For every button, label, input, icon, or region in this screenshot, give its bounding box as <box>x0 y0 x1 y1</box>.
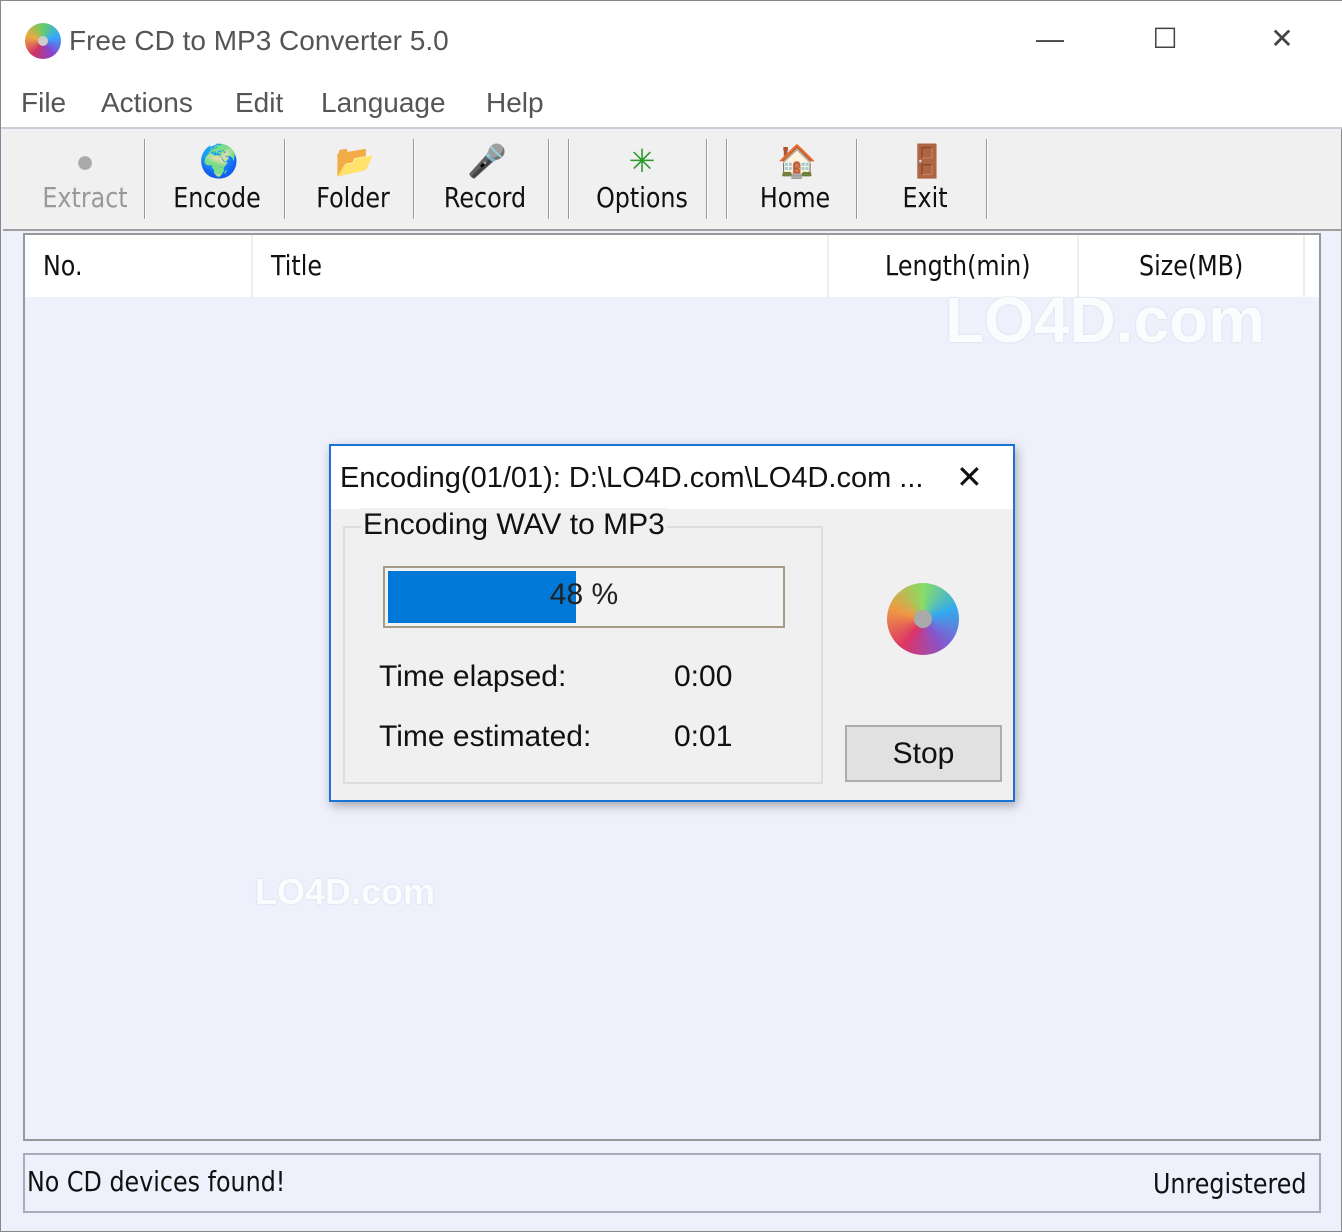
toolbar-separator <box>548 139 550 219</box>
menu-bar: File Actions Edit Language Help <box>1 79 1342 129</box>
progress-bar: 48 % <box>383 566 785 628</box>
toolbar-separator <box>284 139 286 219</box>
extract-cd-icon: ● <box>75 143 95 179</box>
app-cd-icon <box>25 23 61 59</box>
group-label: Encoding WAV to MP3 <box>361 508 667 542</box>
menu-language[interactable]: Language <box>321 87 446 119</box>
menu-actions[interactable]: Actions <box>101 87 193 119</box>
progress-text: 48 % <box>549 578 619 611</box>
toolbar: ● Extract 🌍 Encode 📂 Folder 🎤 Record ✳ O… <box>3 131 1341 231</box>
extract-button[interactable]: ● Extract <box>33 131 137 231</box>
elapsed-label: Time elapsed: <box>379 660 567 693</box>
estimated-value: 0:01 <box>674 720 733 753</box>
home-icon: 🏠 <box>777 143 817 179</box>
dialog-close-button[interactable]: ✕ <box>956 458 983 496</box>
column-no[interactable]: No. <box>25 235 253 297</box>
maximize-button[interactable]: ☐ <box>1140 19 1190 59</box>
toolbar-separator <box>568 139 570 219</box>
status-text: No CD devices found! <box>27 1165 286 1198</box>
title-bar: Free CD to MP3 Converter 5.0 — ☐ ✕ <box>1 1 1342 79</box>
minimize-button[interactable]: — <box>1025 19 1075 59</box>
menu-help[interactable]: Help <box>486 87 544 119</box>
home-button[interactable]: 🏠 Home <box>743 131 847 231</box>
exit-door-icon: 🚪 <box>907 143 947 179</box>
toolbar-separator <box>144 139 146 219</box>
cd-disc-icon <box>887 583 959 655</box>
dialog-title: Encoding(01/01): D:\LO4D.com\LO4D.com ..… <box>340 462 924 494</box>
encode-button[interactable]: 🌍 Encode <box>161 131 273 231</box>
record-button[interactable]: 🎤 Record <box>427 131 543 231</box>
toolbar-separator <box>856 139 858 219</box>
status-bar: No CD devices found! Unregistered <box>23 1153 1321 1213</box>
watermark: LO4D.com <box>945 284 1266 356</box>
options-button[interactable]: ✳ Options <box>583 131 701 231</box>
registration-status: Unregistered <box>1153 1167 1307 1200</box>
globe-download-icon: 🌍 <box>199 143 239 179</box>
microphone-icon: 🎤 <box>467 143 507 179</box>
toolbar-separator <box>726 139 728 219</box>
toolbar-separator <box>413 139 415 219</box>
window-title: Free CD to MP3 Converter 5.0 <box>69 25 449 56</box>
folder-button[interactable]: 📂 Folder <box>301 131 405 231</box>
toolbar-separator <box>986 139 988 219</box>
watermark: LO4D.com <box>255 871 436 912</box>
menu-edit[interactable]: Edit <box>235 87 283 119</box>
estimated-label: Time estimated: <box>379 720 592 753</box>
options-icon: ✳ <box>628 143 656 179</box>
column-title[interactable]: Title <box>253 235 829 297</box>
folder-icon: 📂 <box>335 143 375 179</box>
toolbar-separator <box>706 139 708 219</box>
elapsed-value: 0:00 <box>674 660 733 693</box>
close-button[interactable]: ✕ <box>1257 19 1307 59</box>
exit-button[interactable]: 🚪 Exit <box>873 131 977 231</box>
stop-button[interactable]: Stop <box>845 725 1002 782</box>
encoding-dialog: Encoding(01/01): D:\LO4D.com\LO4D.com ..… <box>329 444 1015 802</box>
dialog-title-bar: Encoding(01/01): D:\LO4D.com\LO4D.com ..… <box>331 446 1013 509</box>
menu-file[interactable]: File <box>21 87 66 119</box>
